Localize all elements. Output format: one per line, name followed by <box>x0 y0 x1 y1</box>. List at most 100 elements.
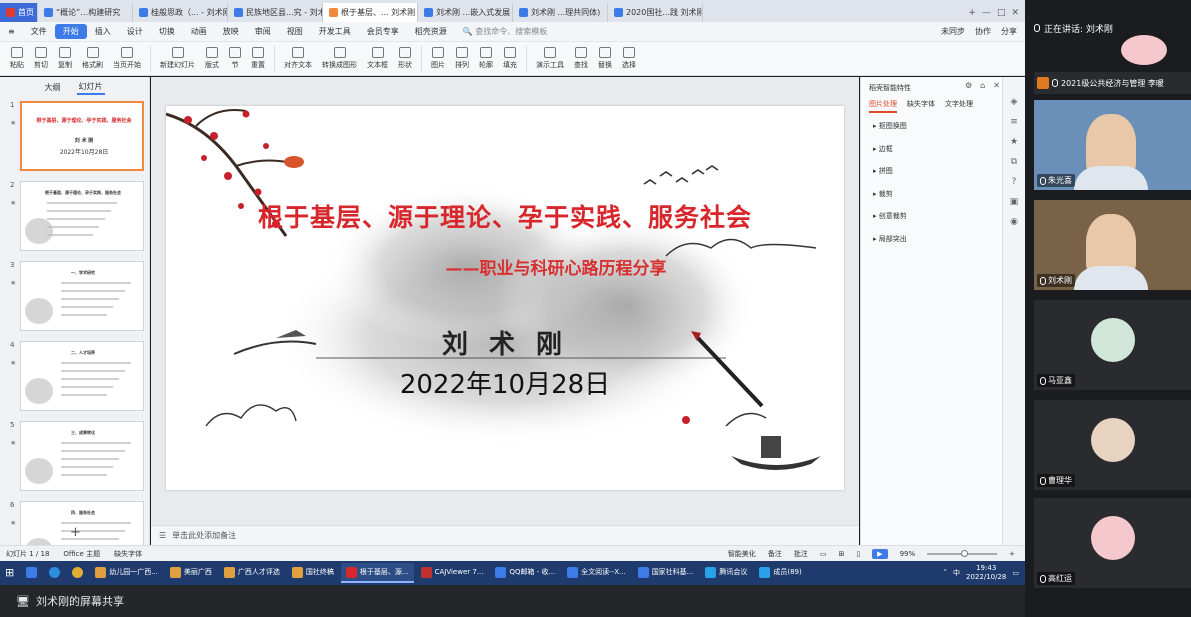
participant-tile[interactable]: 马亚鑫 <box>1034 300 1191 390</box>
add-slide-icon[interactable]: + <box>70 525 81 540</box>
ribbon-button[interactable]: 演示工具 <box>532 47 568 70</box>
ribbon-button[interactable]: 查找 <box>570 47 592 70</box>
tray-lang[interactable]: 中 <box>953 568 960 578</box>
start-button[interactable]: ⊞ <box>0 563 19 583</box>
notification-icon[interactable]: ▭ <box>1012 569 1019 577</box>
presenter-name[interactable]: 刘 术 刚 <box>166 324 844 361</box>
slide-subtitle[interactable]: ——职业与科研心路历程分享 <box>356 254 756 279</box>
slide-thumbnail[interactable]: 4 ★ 二、人才培养 <box>6 341 146 413</box>
ribbon-button[interactable]: 重置 <box>247 47 269 70</box>
close-icon[interactable]: ✕ <box>1011 8 1019 18</box>
feature-item[interactable]: ▸ 边框 <box>873 144 893 154</box>
menu-icon[interactable]: ≡ <box>0 27 23 36</box>
zoom-in-icon[interactable]: + <box>1009 550 1015 558</box>
ribbon-button[interactable]: 版式 <box>201 47 223 70</box>
zoom-slider[interactable] <box>927 549 998 557</box>
browser-tab[interactable]: 桂般思政（... - 刘术刚 <box>133 3 228 22</box>
browser-tab[interactable]: “概论”…构建研究 <box>38 3 133 22</box>
browser-tab[interactable]: 根于基层、... 刘术刚 <box>323 3 418 22</box>
participant-tile[interactable]: 朱光喜 <box>1034 100 1191 190</box>
ribbon-button[interactable]: 排列 <box>451 47 473 70</box>
notes-toggle[interactable]: 备注 <box>768 549 782 559</box>
taskbar-app[interactable]: 根于基层、源... <box>340 563 414 583</box>
feature-item[interactable]: ▸ 抠图换图 <box>873 121 907 131</box>
presentation-date[interactable]: 2022年10月28日 <box>166 364 844 401</box>
ribbon-button[interactable]: 文本框 <box>363 47 392 70</box>
tab-text-process[interactable]: 文字处理 <box>945 99 973 113</box>
slide-thumbnail[interactable]: 3 ★ 一、学术研究 <box>6 261 146 333</box>
close-pane-icon[interactable]: ✕ <box>993 81 1000 90</box>
beautify-button[interactable]: 智能美化 <box>728 549 756 559</box>
ribbon-button[interactable]: 新建幻灯片 <box>156 47 199 70</box>
feature-item[interactable]: ▸ 拼图 <box>873 166 893 176</box>
menu-item[interactable]: 开始 <box>54 24 87 39</box>
reading-view-icon[interactable]: ▯ <box>856 550 860 558</box>
grid-view-icon[interactable]: ⊞ <box>838 550 844 558</box>
tray-up-icon[interactable]: ˄ <box>944 569 948 577</box>
notes-area[interactable]: ☰ 单击此处添加备注 <box>151 525 859 545</box>
taskbar-app[interactable]: 成员(89) <box>754 563 806 583</box>
sync-status[interactable]: 未同步 <box>941 26 965 37</box>
image-icon[interactable]: ▣ <box>1010 197 1019 207</box>
help-icon[interactable]: ? <box>1012 177 1017 187</box>
taskbar-app[interactable]: 国社终稿 <box>287 563 339 583</box>
browser-tab[interactable]: 2020国社...践 刘术刚 <box>608 3 703 22</box>
tab-slides[interactable]: 幻灯片 <box>76 80 105 95</box>
ribbon-button[interactable]: 替换 <box>594 47 616 70</box>
pin-icon[interactable]: ⌂ <box>980 81 985 90</box>
menu-item[interactable]: 动画 <box>183 26 215 37</box>
ribbon-button[interactable]: 当页开始 <box>109 47 145 70</box>
tab-image-process[interactable]: 图片处理 <box>869 99 897 113</box>
adjust-icon[interactable]: ≡ <box>1010 117 1018 127</box>
participant-tile[interactable]: 2021级公共经济与管理 李暖 <box>1034 72 1191 94</box>
ribbon-button[interactable]: 图片 <box>427 47 449 70</box>
animation-icon[interactable]: ★ <box>1010 137 1018 147</box>
ribbon-button[interactable]: 对齐文本 <box>280 47 316 70</box>
menu-item[interactable]: 会员专享 <box>359 26 407 37</box>
browser-tab[interactable]: 民族地区县...究 - 刘术刚 <box>228 3 323 22</box>
menu-item[interactable]: 文件 <box>23 26 55 37</box>
taskbar-app[interactable]: 国家社科基... <box>633 563 699 583</box>
menu-item[interactable]: 插入 <box>87 26 119 37</box>
feature-item[interactable]: ▸ 局部突出 <box>873 234 907 244</box>
slide-thumbnail[interactable]: 1 ★ 根于基层、源于理论、孕于实践、服务社会刘 术 刚 2022年10月28日 <box>6 101 146 173</box>
taskbar-app[interactable]: QQ邮箱 - 收... <box>490 563 560 583</box>
ribbon-button[interactable]: 轮廓 <box>475 47 497 70</box>
zoom-level[interactable]: 99% <box>900 550 916 558</box>
menu-item[interactable]: 视图 <box>279 26 311 37</box>
clock[interactable]: 19:43 2022/10/28 <box>966 564 1006 582</box>
menu-item[interactable]: 稻壳资源 <box>407 26 455 37</box>
collab-button[interactable]: 协作 <box>975 26 991 37</box>
ribbon-button[interactable]: 转换成图形 <box>318 47 361 70</box>
location-icon[interactable]: ◉ <box>1010 217 1018 227</box>
slide-thumbnail[interactable]: 2 ★ 根于基层、源于理论、孕于实践、服务社会 <box>6 181 146 253</box>
menu-item[interactable]: 设计 <box>119 26 151 37</box>
copy-icon[interactable]: ⧉ <box>1011 157 1017 167</box>
normal-view-icon[interactable]: ▭ <box>820 550 827 558</box>
taskbar-app[interactable]: 广西人才评选 <box>219 563 285 583</box>
ribbon-button[interactable]: 格式刷 <box>78 47 107 70</box>
missing-font-button[interactable]: 缺失字体 <box>114 549 142 559</box>
taskbar-app[interactable]: 美丽广西 <box>165 563 217 583</box>
ribbon-button[interactable]: 形状 <box>394 47 416 70</box>
browser-tab[interactable]: 刘术刚 ...嵌入式发展 <box>418 3 513 22</box>
ribbon-button[interactable]: 复制 <box>54 47 76 70</box>
feature-item[interactable]: ▸ 裁剪 <box>873 189 893 199</box>
ribbon-button[interactable]: 填充 <box>499 47 521 70</box>
slide-main[interactable]: 根于基层、源于理论、孕于实践、服务社会 ——职业与科研心路历程分享 刘 术 刚 … <box>166 106 844 490</box>
browser-tab[interactable]: 首页 <box>0 3 38 22</box>
play-button[interactable]: ▶ <box>872 548 888 559</box>
taskbar-app[interactable]: 全文阅读--X... <box>562 563 631 583</box>
ribbon-button[interactable]: 节 <box>225 47 245 70</box>
add-tab-icon[interactable]: + <box>968 8 976 18</box>
browser-tab[interactable]: 刘术刚 ...理共同体) <box>513 3 608 22</box>
menu-item[interactable]: 开发工具 <box>311 26 359 37</box>
taskbar-app[interactable]: CAJViewer 7... <box>416 563 489 583</box>
settings-icon[interactable]: ⚙ <box>965 81 972 90</box>
share-button[interactable]: 分享 <box>1001 26 1017 37</box>
ribbon-button[interactable]: 选择 <box>618 47 640 70</box>
slide-title[interactable]: 根于基层、源于理论、孕于实践、服务社会 <box>166 198 844 234</box>
tab-outline[interactable]: 大纲 <box>45 82 61 93</box>
browser-icon[interactable] <box>67 563 88 583</box>
taskbar-app[interactable]: 腾讯会议 <box>700 563 752 583</box>
